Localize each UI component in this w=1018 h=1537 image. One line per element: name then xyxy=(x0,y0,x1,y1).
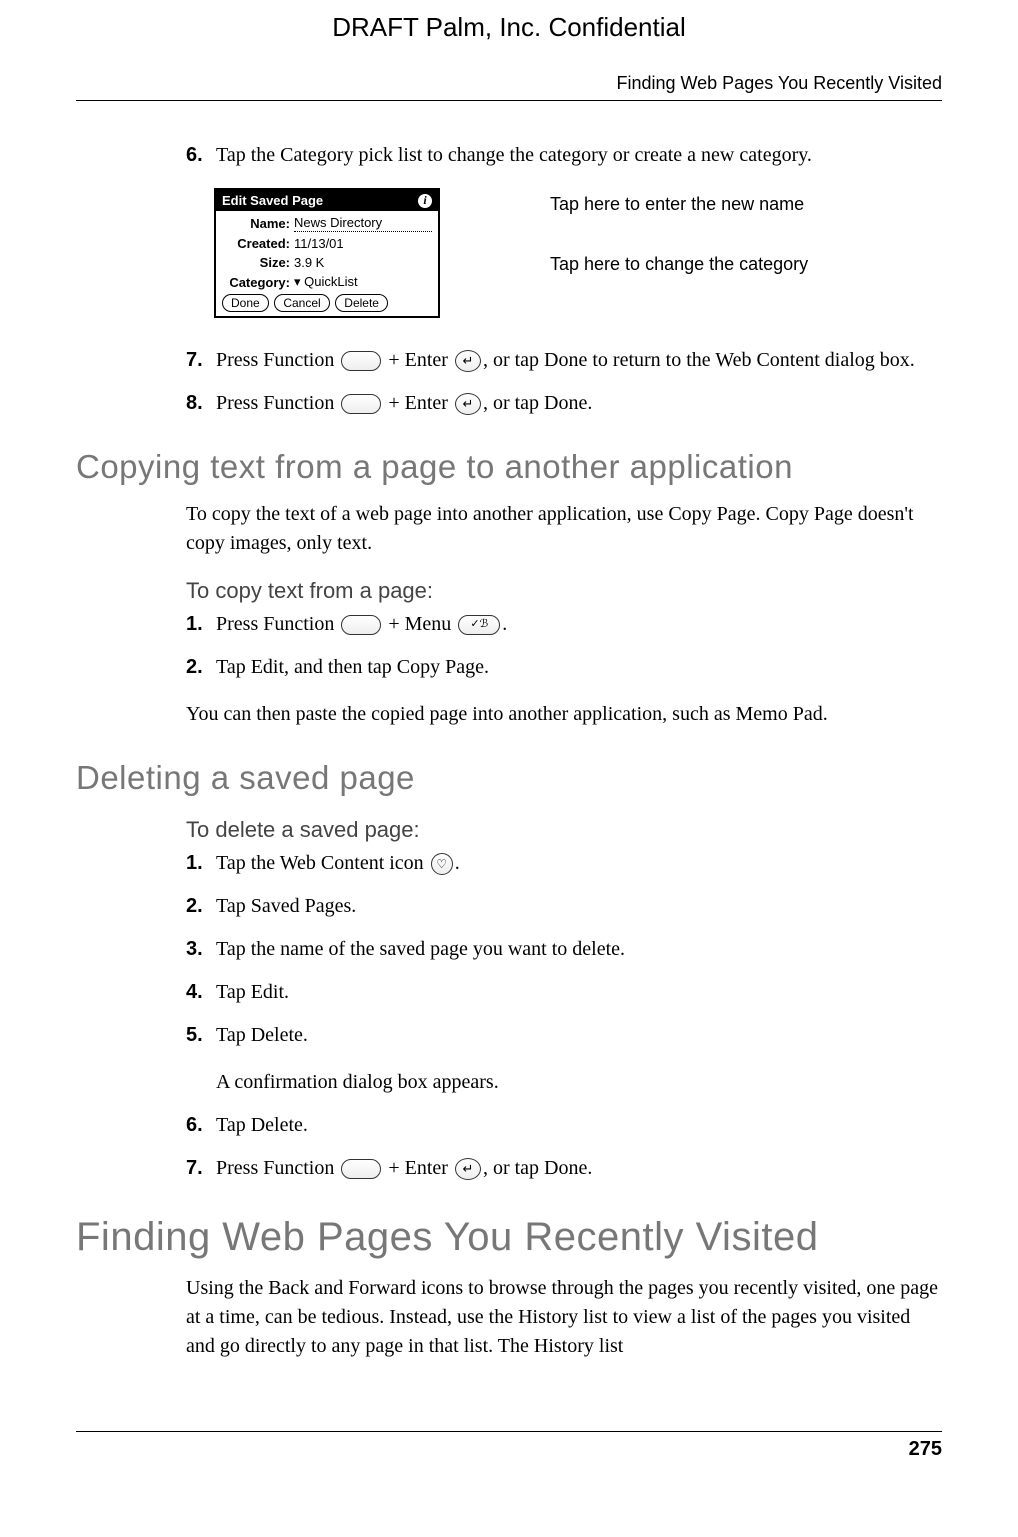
heading-deleting-saved: Deleting a saved page xyxy=(76,759,942,797)
del-step-2: 2. Tap Saved Pages. xyxy=(186,892,942,921)
step-text: Press Function + Menu ✓ℬ. xyxy=(216,610,942,639)
del-step-3: 3. Tap the name of the saved page you wa… xyxy=(186,935,942,964)
del-step-5: 5. Tap Delete. xyxy=(186,1021,942,1050)
step-8: 8. Press Function + Enter ↵, or tap Done… xyxy=(186,389,942,418)
footer-rule xyxy=(76,1431,942,1432)
step-text: Tap Saved Pages. xyxy=(216,892,942,921)
name-label: Name: xyxy=(222,216,290,231)
step-text: Tap the name of the saved page you want … xyxy=(216,935,942,964)
step-6: 6. Tap the Category pick list to change … xyxy=(186,141,942,170)
page-footer: 275 xyxy=(76,1431,942,1461)
paragraph: To copy the text of a web page into anot… xyxy=(186,500,942,558)
heading-finding-web-pages: Finding Web Pages You Recently Visited xyxy=(76,1215,942,1260)
function-key-icon xyxy=(341,1159,381,1179)
del-step-7: 7. Press Function + Enter ↵, or tap Done… xyxy=(186,1154,942,1183)
enter-key-icon: ↵ xyxy=(455,1158,481,1180)
function-key-icon xyxy=(341,394,381,414)
function-key-icon xyxy=(341,615,381,635)
callout-name: Tap here to enter the new name xyxy=(550,194,808,216)
step-number: 6. xyxy=(186,1111,216,1140)
delete-button[interactable]: Delete xyxy=(335,294,388,312)
enter-key-icon: ↵ xyxy=(455,350,481,372)
step-number: 2. xyxy=(186,892,216,921)
step-text: Tap Delete. xyxy=(216,1111,942,1140)
del-step-6: 6. Tap Delete. xyxy=(186,1111,942,1140)
step-number: 7. xyxy=(186,346,216,375)
created-label: Created: xyxy=(222,236,290,251)
step-number: 1. xyxy=(186,849,216,878)
enter-key-icon: ↵ xyxy=(455,393,481,415)
paragraph: You can then paste the copied page into … xyxy=(186,700,942,729)
step-text: Tap Edit, and then tap Copy Page. xyxy=(216,653,942,682)
step-number: 5. xyxy=(186,1021,216,1050)
step-text: Tap the Category pick list to change the… xyxy=(216,141,942,170)
running-head: Finding Web Pages You Recently Visited xyxy=(76,73,942,94)
step-number: 4. xyxy=(186,978,216,1007)
del-step-4: 4. Tap Edit. xyxy=(186,978,942,1007)
cancel-button[interactable]: Cancel xyxy=(274,294,329,312)
paragraph: Using the Back and Forward icons to brow… xyxy=(186,1274,942,1361)
step-number: 3. xyxy=(186,935,216,964)
edit-saved-page-figure: Edit Saved Page i Name: News Directory C… xyxy=(214,188,942,318)
name-field[interactable]: News Directory xyxy=(294,215,432,232)
page-number: 275 xyxy=(76,1438,942,1461)
del-step-1: 1. Tap the Web Content icon ♡. xyxy=(186,849,942,878)
step-number: 7. xyxy=(186,1154,216,1183)
subheading-to-delete: To delete a saved page: xyxy=(186,817,942,843)
done-button[interactable]: Done xyxy=(222,294,269,312)
size-label: Size: xyxy=(222,255,290,270)
step-number: 2. xyxy=(186,653,216,682)
step-result: A confirmation dialog box appears. xyxy=(216,1068,942,1097)
step-text: Press Function + Enter ↵, or tap Done. xyxy=(216,389,942,418)
function-key-icon xyxy=(341,351,381,371)
info-icon[interactable]: i xyxy=(418,194,432,208)
heading-copying-text: Copying text from a page to another appl… xyxy=(76,448,942,486)
step-text: Tap Edit. xyxy=(216,978,942,1007)
menu-key-icon: ✓ℬ xyxy=(458,615,500,635)
header-rule xyxy=(76,100,942,101)
step-number: 1. xyxy=(186,610,216,639)
palm-dialog: Edit Saved Page i Name: News Directory C… xyxy=(214,188,440,318)
step-text: Tap the Web Content icon ♡. xyxy=(216,849,942,878)
step-text: Tap Delete. xyxy=(216,1021,942,1050)
web-content-icon: ♡ xyxy=(431,853,453,875)
step-number: 8. xyxy=(186,389,216,418)
category-label: Category: xyxy=(222,275,290,290)
created-value: 11/13/01 xyxy=(294,236,344,251)
copy-step-1: 1. Press Function + Menu ✓ℬ. xyxy=(186,610,942,639)
subheading-to-copy: To copy text from a page: xyxy=(186,578,942,604)
dialog-title: Edit Saved Page xyxy=(222,193,323,208)
dialog-titlebar: Edit Saved Page i xyxy=(216,190,438,211)
draft-header: DRAFT Palm, Inc. Confidential xyxy=(76,12,942,43)
step-text: Press Function + Enter ↵, or tap Done. xyxy=(216,1154,942,1183)
step-text: Press Function + Enter ↵, or tap Done to… xyxy=(216,346,942,375)
size-value: 3.9 K xyxy=(294,255,324,270)
callout-category: Tap here to change the category xyxy=(550,254,808,276)
category-dropdown[interactable]: ▾ QuickList xyxy=(294,274,358,290)
copy-step-2: 2. Tap Edit, and then tap Copy Page. xyxy=(186,653,942,682)
step-number: 6. xyxy=(186,141,216,170)
step-7: 7. Press Function + Enter ↵, or tap Done… xyxy=(186,346,942,375)
